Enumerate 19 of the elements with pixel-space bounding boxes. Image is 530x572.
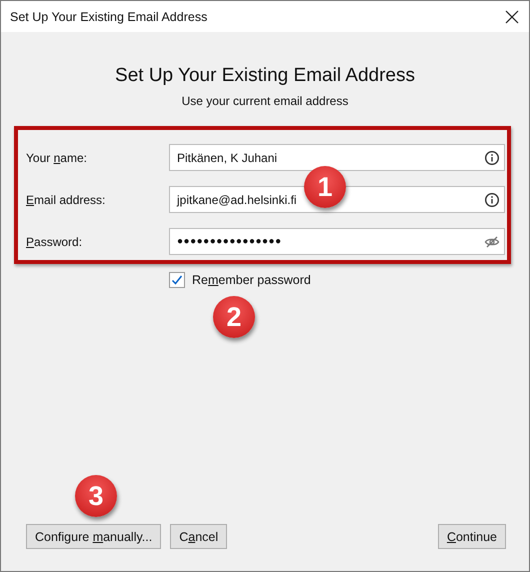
checkbox[interactable] <box>169 272 185 288</box>
info-icon[interactable] <box>484 192 500 208</box>
dialog-heading: Set Up Your Existing Email Address <box>114 65 416 87</box>
close-icon[interactable] <box>505 10 519 24</box>
dialog-button[interactable]: Cancel <box>170 524 228 549</box>
field-label: Email address: <box>26 192 106 206</box>
field-label: Your name: <box>26 150 88 164</box>
input-field[interactable]: Pitkänen, K Juhani <box>169 144 505 171</box>
window-title: Set Up Your Existing Email Address <box>10 10 208 24</box>
checkbox-label[interactable]: Remember password <box>192 273 311 287</box>
info-icon[interactable] <box>484 150 500 166</box>
step-number-badge: 3 <box>75 475 117 517</box>
dialog-button[interactable]: Continue <box>438 524 506 549</box>
hidden-eye-icon[interactable] <box>484 234 500 250</box>
field-label: Password: <box>26 234 84 248</box>
step-number-badge: 2 <box>213 296 255 338</box>
password-field[interactable]: ●●●●●●●●●●●●●●●● <box>169 228 505 255</box>
dialog-subtitle: Use your current email address <box>180 94 350 108</box>
dialog-button[interactable]: Configure manually... <box>26 524 162 549</box>
